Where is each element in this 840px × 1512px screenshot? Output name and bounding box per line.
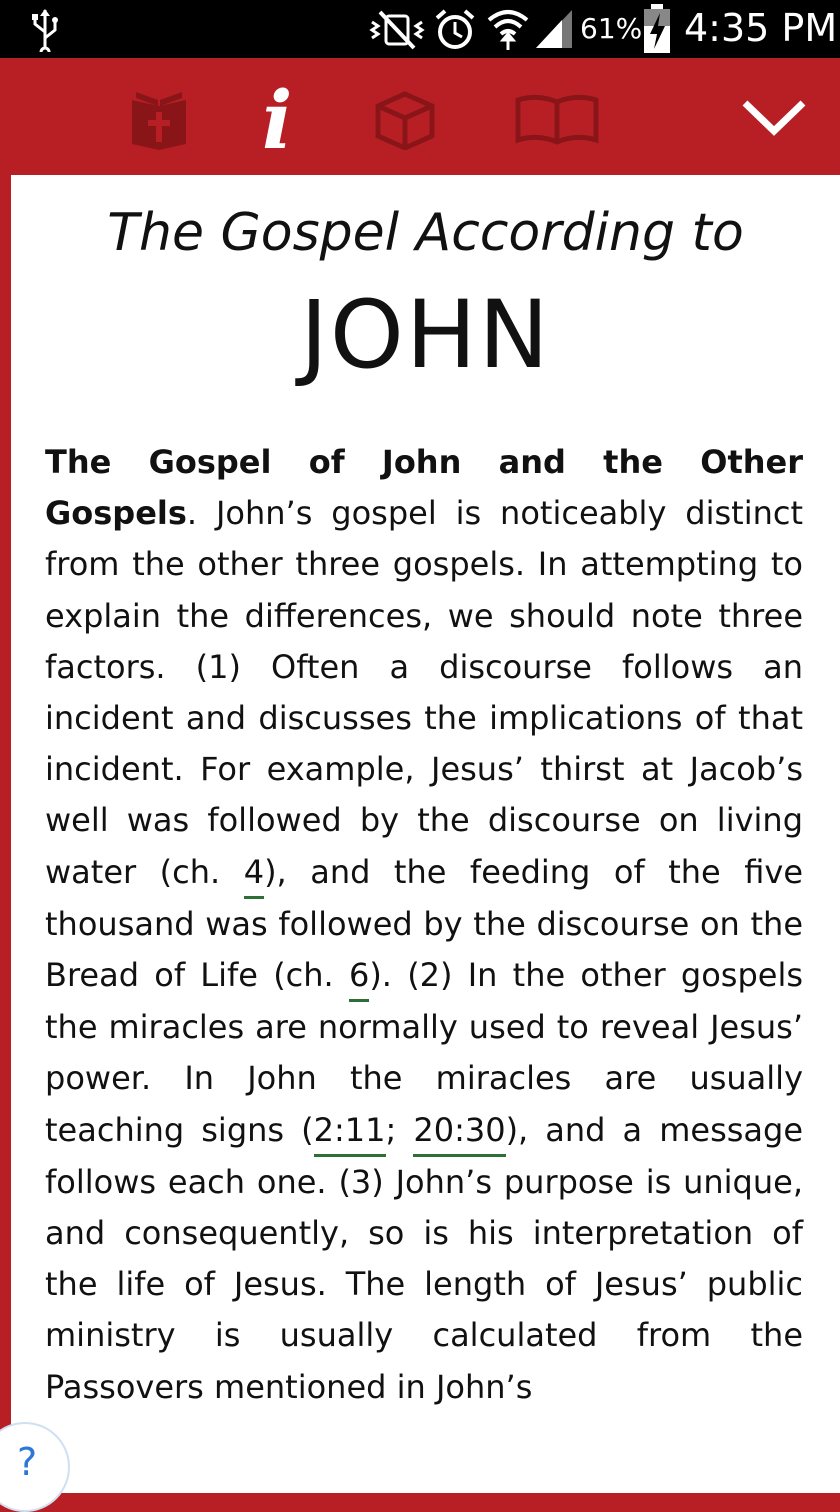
- bible-button[interactable]: [128, 88, 190, 150]
- help-icon: ?: [17, 1440, 38, 1484]
- collapse-button[interactable]: [740, 98, 808, 138]
- wifi-icon: [487, 10, 529, 50]
- page-title: JOHN: [300, 281, 551, 390]
- alarm-icon: [435, 9, 475, 49]
- page-subtitle: The Gospel According to: [107, 203, 744, 263]
- paragraph-text: ;: [385, 1110, 414, 1149]
- chevron-down-icon: [742, 100, 806, 136]
- reference-link-ch6[interactable]: 6: [348, 957, 370, 1003]
- info-button[interactable]: i: [250, 80, 320, 160]
- reference-link-20-30[interactable]: 20:30: [413, 1112, 506, 1157]
- reader-button[interactable]: [514, 94, 600, 146]
- box-button[interactable]: [374, 90, 436, 150]
- box-icon: [375, 91, 435, 150]
- reading-pane[interactable]: The Gospel According to JOHN The Gospel …: [11, 175, 840, 1493]
- battery-charging-icon: [644, 4, 670, 53]
- status-bar: 61% 4:35 PM: [0, 0, 840, 58]
- bible-icon: [132, 92, 186, 150]
- signal-icon: [536, 10, 572, 48]
- usb-icon: [32, 9, 58, 52]
- battery-percent: 61%: [580, 12, 643, 45]
- open-book-icon: [515, 94, 599, 145]
- intro-paragraph: The Gospel of John and the Other Gospels…: [45, 437, 803, 1413]
- info-icon: i: [262, 73, 293, 167]
- status-time: 4:35 PM: [684, 6, 838, 50]
- reference-link-ch4[interactable]: 4: [243, 854, 265, 899]
- paragraph-text: . John’s gospel is noticeably distinct f…: [45, 494, 803, 891]
- vibrate-mute-icon: [369, 10, 425, 50]
- reference-link-2-11[interactable]: 2:11: [313, 1112, 386, 1157]
